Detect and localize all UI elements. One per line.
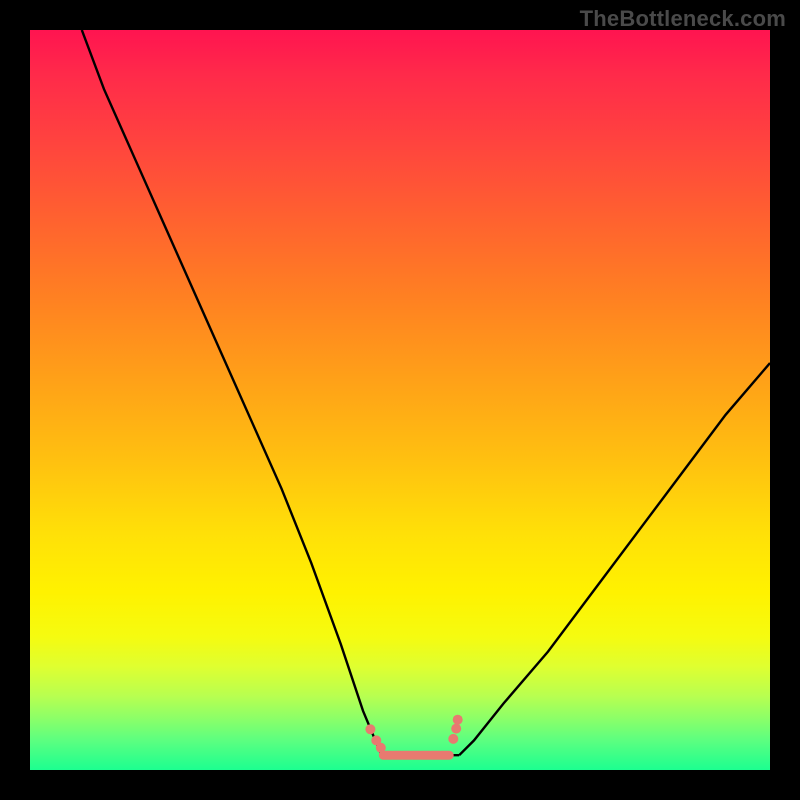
chart-frame: TheBottleneck.com — [0, 0, 800, 800]
plot-area — [30, 30, 770, 770]
marker-dot — [451, 724, 461, 734]
curve-layer — [30, 30, 770, 770]
right-curve — [459, 363, 770, 755]
marker-dot — [448, 734, 458, 744]
highlight-markers — [365, 715, 462, 756]
marker-dot — [365, 724, 375, 734]
watermark-text: TheBottleneck.com — [580, 6, 786, 32]
left-curve — [82, 30, 382, 755]
marker-dot — [453, 715, 463, 725]
